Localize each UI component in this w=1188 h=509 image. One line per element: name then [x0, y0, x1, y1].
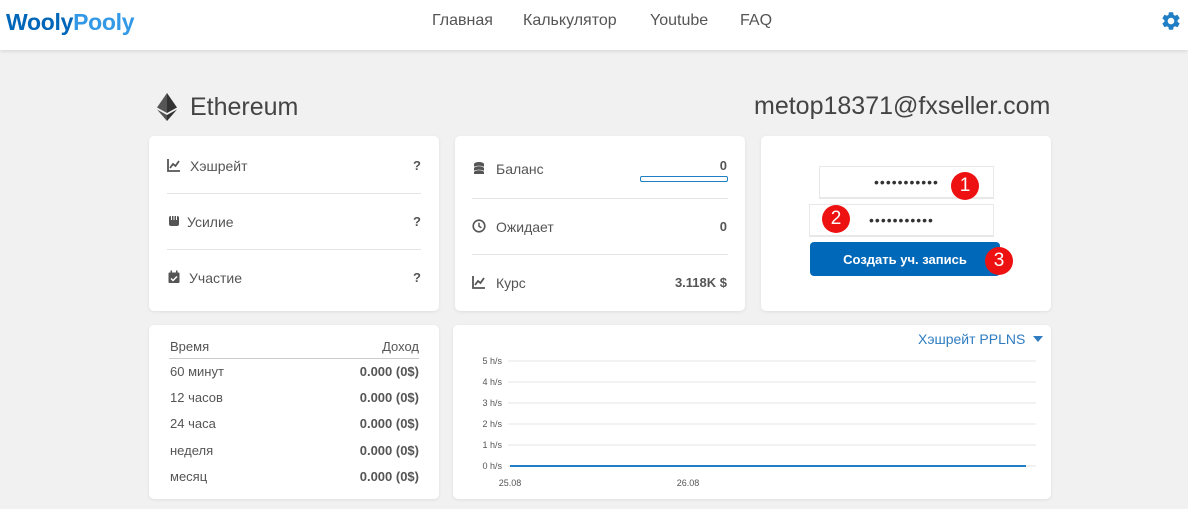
table-header-income: Доход: [382, 339, 419, 354]
logo-part-2: Pooly: [73, 9, 135, 35]
y-tick-label: 0 h/s: [482, 461, 502, 471]
balance-card: Баланс 0 Ожидает 0 Курс 3.118K $: [455, 136, 745, 311]
chart-icon: [472, 276, 485, 289]
table-row-period: 12 часов: [170, 390, 223, 405]
nav-faq[interactable]: FAQ: [740, 12, 772, 30]
clock-icon: [472, 219, 486, 233]
annotation-badge-3: 3: [985, 247, 1013, 275]
stat-value-effort: ?: [413, 214, 421, 229]
create-account-button[interactable]: Создать уч. запись: [810, 242, 1000, 276]
table-row-income: 0.000 (0$): [359, 416, 419, 431]
nav-home[interactable]: Главная: [432, 12, 493, 30]
stat-label-hashrate: Хэшрейт: [190, 158, 248, 174]
account-email: metop18371@fxseller.com: [754, 92, 1051, 120]
divider: [472, 198, 728, 199]
y-tick-label: 1 h/s: [482, 440, 502, 450]
fist-icon: [169, 216, 179, 226]
y-tick-label: 5 h/s: [482, 356, 502, 366]
x-tick-label: 26.08: [677, 478, 700, 488]
balance-label: Баланс: [496, 161, 544, 177]
annotation-badge-2: 2: [822, 205, 850, 233]
ethereum-icon: [157, 93, 177, 121]
y-tick-label: 2 h/s: [482, 419, 502, 429]
register-card: Создать уч. запись 1 2 3: [761, 136, 1051, 311]
divider: [167, 249, 421, 250]
table-row-period: месяц: [170, 469, 208, 484]
chart-icon: [167, 159, 180, 172]
stat-value-hashrate: ?: [413, 158, 421, 173]
table-row-period: неделя: [170, 443, 214, 458]
income-table-card: Время Доход 60 минут 0.000 (0$) 12 часов…: [149, 325, 439, 499]
nav-youtube[interactable]: Youtube: [650, 12, 708, 30]
table-header-divider: [169, 358, 419, 359]
nav-calculator[interactable]: Калькулятор: [523, 12, 617, 30]
table-row-income: 0.000 (0$): [359, 443, 419, 458]
balance-value: 0: [719, 158, 727, 173]
table-row-period: 60 минут: [170, 364, 224, 379]
pending-value: 0: [719, 219, 727, 234]
y-tick-label: 4 h/s: [482, 377, 502, 387]
table-row-income: 0.000 (0$): [359, 364, 419, 379]
y-tick-label: 3 h/s: [482, 398, 502, 408]
pending-label: Ожидает: [496, 219, 554, 235]
stat-label-effort: Усилие: [187, 214, 234, 230]
top-navbar: WoolyPooly Главная Калькулятор Youtube F…: [0, 0, 1188, 50]
divider: [167, 193, 421, 194]
divider: [472, 254, 728, 255]
stat-value-participation: ?: [413, 270, 421, 285]
table-row-income: 0.000 (0$): [359, 469, 419, 484]
x-tick-label: 25.08: [499, 478, 522, 488]
coins-icon: [473, 162, 485, 174]
table-header-time: Время: [170, 339, 210, 354]
annotation-badge-1: 1: [951, 172, 979, 200]
stat-label-participation: Участие: [189, 270, 242, 286]
table-row-period: 24 часа: [170, 416, 216, 431]
hashrate-chart: 5 h/s 4 h/s 3 h/s 2 h/s 1 h/s 0 h/s 25.08 26.08: [482, 356, 1036, 488]
rate-label: Курс: [496, 275, 526, 291]
coin-title: Ethereum: [190, 93, 299, 121]
stats-card: Хэшрейт ? Усилие ? Участие ?: [149, 136, 439, 311]
balance-progress-bar: [640, 176, 728, 182]
rate-value: 3.118K $: [674, 275, 727, 290]
table-row-income: 0.000 (0$): [359, 390, 419, 405]
gear-icon[interactable]: [1160, 10, 1182, 32]
calendar-check-icon: [168, 270, 180, 283]
logo-part-1: Wooly: [6, 9, 74, 35]
logo[interactable]: WoolyPooly: [6, 9, 135, 36]
